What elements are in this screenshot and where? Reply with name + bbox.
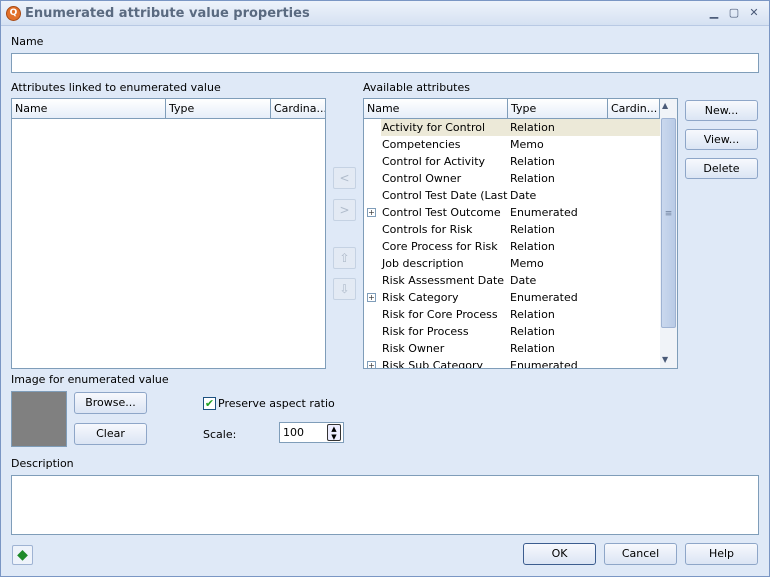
table-row[interactable]: Control for Activity Relation xyxy=(364,153,660,170)
cancel-button[interactable]: Cancel xyxy=(604,543,677,565)
table-row[interactable]: Activity for Control Relation xyxy=(364,119,660,136)
window-title: Enumerated attribute value properties xyxy=(25,6,310,21)
table-row[interactable]: Competencies Memo xyxy=(364,136,660,153)
list-header: Name Type Cardin... xyxy=(364,99,660,119)
title-bar: Q Enumerated attribute value properties … xyxy=(1,1,769,26)
row-type: Memo xyxy=(510,257,544,270)
row-name: Risk Sub Category xyxy=(382,359,483,369)
move-left-button[interactable]: < xyxy=(333,167,356,189)
row-type: Enumerated xyxy=(510,359,578,369)
linked-attributes-list[interactable]: Name Type Cardina... xyxy=(11,98,326,369)
column-header-type[interactable]: Type xyxy=(166,99,271,119)
row-name: Control Test Outcome xyxy=(382,206,501,219)
ok-button[interactable]: OK xyxy=(523,543,596,565)
scale-value[interactable]: 100 xyxy=(283,426,304,439)
column-header-name[interactable]: Name xyxy=(364,99,508,119)
close-button[interactable]: ✕ xyxy=(746,6,762,20)
row-name: Control for Activity xyxy=(382,155,486,168)
name-label: Name xyxy=(11,35,44,48)
table-row[interactable]: + Risk Category Enumerated xyxy=(364,289,660,306)
column-header-cardinality[interactable]: Cardin... xyxy=(608,99,660,119)
table-row[interactable]: Controls for Risk Relation xyxy=(364,221,660,238)
table-row[interactable]: Risk Assessment Date (Last)Date xyxy=(364,272,660,289)
column-header-cardinality[interactable]: Cardina... xyxy=(271,99,325,119)
row-name: Core Process for Risk xyxy=(382,240,498,253)
row-name: Control Test Date (Last) xyxy=(382,189,508,202)
list-header: Name Type Cardina... xyxy=(12,99,325,119)
browse-button[interactable]: Browse... xyxy=(74,392,147,414)
app-icon: Q xyxy=(6,6,21,21)
spinner-arrows-icon[interactable]: ▲ ▼ xyxy=(327,424,341,441)
expand-icon[interactable]: + xyxy=(367,293,376,302)
table-row[interactable]: Job description Memo xyxy=(364,255,660,272)
description-label: Description xyxy=(11,457,74,470)
row-type: Enumerated xyxy=(510,291,578,304)
row-name: Risk Assessment Date (Last) xyxy=(382,274,508,287)
image-preview xyxy=(11,391,67,447)
table-row[interactable]: Core Process for Risk Relation xyxy=(364,238,660,255)
maximize-button[interactable]: ▢ xyxy=(726,6,742,20)
row-type: Relation xyxy=(510,172,555,185)
row-type: Date xyxy=(510,274,537,287)
column-header-name[interactable]: Name xyxy=(12,99,166,119)
move-down-button[interactable]: ⇩ xyxy=(333,278,356,300)
row-name: Risk Category xyxy=(382,291,459,304)
row-type: Date xyxy=(510,189,537,202)
row-type: Enumerated xyxy=(510,206,578,219)
row-type: Relation xyxy=(510,325,555,338)
expand-icon[interactable]: + xyxy=(367,361,376,368)
move-right-button[interactable]: > xyxy=(333,199,356,221)
table-row[interactable]: Risk for Core Process Relation xyxy=(364,306,660,323)
name-input[interactable] xyxy=(11,53,759,73)
scroll-down-arrow-icon[interactable]: ▼ xyxy=(662,355,668,364)
scale-spinner[interactable]: 100 ▲ ▼ xyxy=(279,422,344,443)
expand-icon[interactable]: + xyxy=(367,208,376,217)
row-type: Relation xyxy=(510,240,555,253)
clear-button[interactable]: Clear xyxy=(74,423,147,445)
image-label: Image for enumerated value xyxy=(11,373,169,386)
help-book-icon[interactable]: ◆ xyxy=(12,545,33,565)
row-type: Relation xyxy=(510,155,555,168)
scroll-up-arrow-icon[interactable]: ▲ xyxy=(662,101,668,110)
table-row[interactable]: + Risk Sub Category Enumerated xyxy=(364,357,660,369)
preserve-aspect-checkbox[interactable]: ✔ xyxy=(203,397,216,410)
new-button[interactable]: New... xyxy=(685,100,758,121)
scroll-thumb[interactable]: ≡ xyxy=(661,118,676,328)
available-attributes-list[interactable]: Name Type Cardin... Activity for Control… xyxy=(363,98,678,369)
table-row[interactable]: Risk for Process Relation xyxy=(364,323,660,340)
available-attributes-label: Available attributes xyxy=(363,81,470,94)
row-name: Activity for Control xyxy=(381,119,508,136)
vertical-scrollbar[interactable]: ▲ ≡ ▼ xyxy=(660,99,677,368)
scale-label: Scale: xyxy=(203,428,237,441)
column-header-type[interactable]: Type xyxy=(508,99,608,119)
row-type: Memo xyxy=(510,138,544,151)
row-type: Relation xyxy=(510,342,555,355)
row-name: Controls for Risk xyxy=(382,223,473,236)
table-row[interactable]: Control Owner Relation xyxy=(364,170,660,187)
minimize-button[interactable]: ▁ xyxy=(706,6,722,20)
view-button[interactable]: View... xyxy=(685,129,758,150)
help-button[interactable]: Help xyxy=(685,543,758,565)
row-name: Control Owner xyxy=(382,172,462,185)
table-row[interactable]: + Control Test Outcome Enumerated xyxy=(364,204,660,221)
description-textarea[interactable] xyxy=(11,475,759,535)
row-type: Relation xyxy=(508,119,660,136)
row-name: Risk for Core Process xyxy=(382,308,498,321)
delete-button[interactable]: Delete xyxy=(685,158,758,179)
table-row[interactable]: Risk Owner Relation xyxy=(364,340,660,357)
row-name: Competencies xyxy=(382,138,461,151)
table-row[interactable]: Control Test Date (Last) Date xyxy=(364,187,660,204)
row-name: Job description xyxy=(382,257,464,270)
linked-attributes-label: Attributes linked to enumerated value xyxy=(11,81,221,94)
row-name: Risk for Process xyxy=(382,325,469,338)
row-type: Relation xyxy=(510,223,555,236)
row-name: Risk Owner xyxy=(382,342,445,355)
move-up-button[interactable]: ⇧ xyxy=(333,247,356,269)
row-type: Relation xyxy=(510,308,555,321)
preserve-aspect-label[interactable]: Preserve aspect ratio xyxy=(218,397,335,410)
checkmark-icon: ✔ xyxy=(204,397,215,410)
